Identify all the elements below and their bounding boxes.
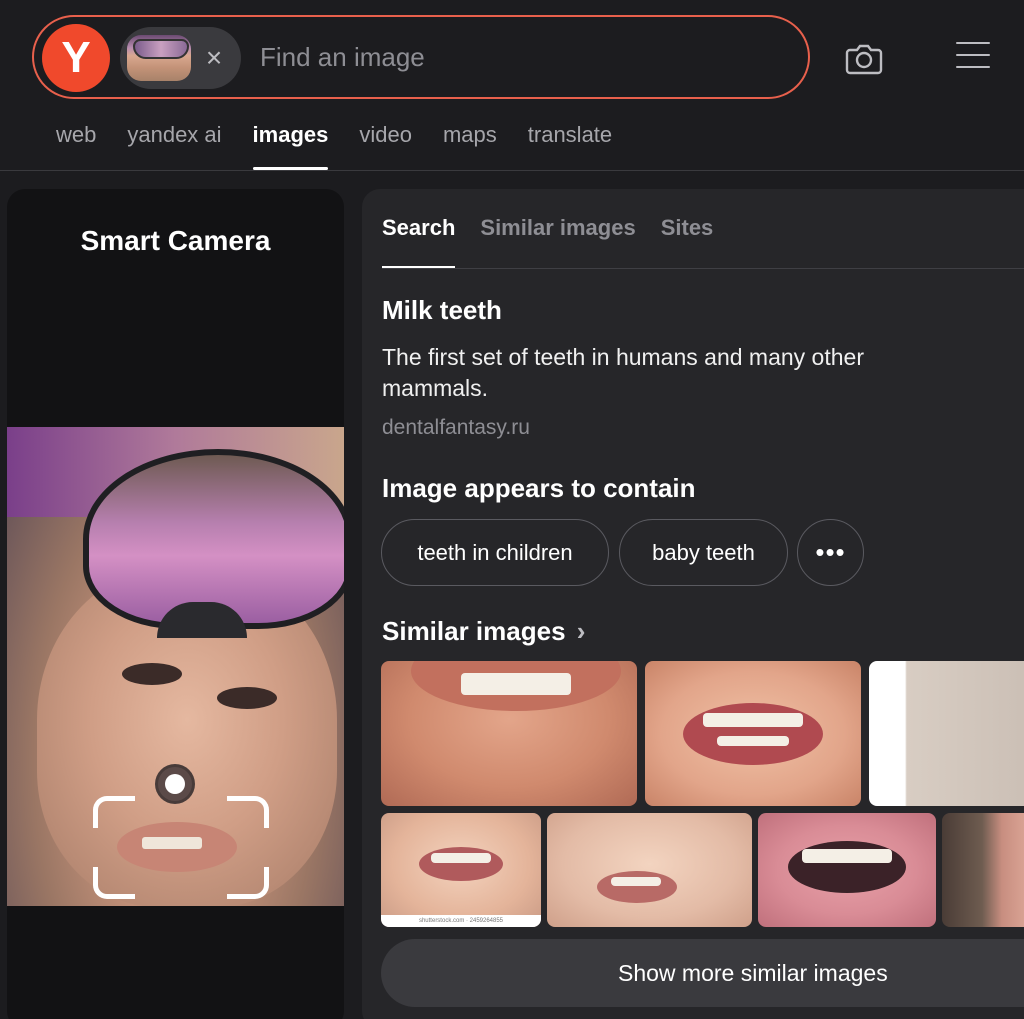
search-bar: Y × [32, 15, 810, 99]
entity-description: The first set of teeth in humans and man… [382, 344, 864, 401]
image-mouth [597, 871, 677, 903]
tag-teeth-in-children[interactable]: teeth in children [381, 519, 609, 586]
similar-image-5[interactable] [547, 813, 752, 927]
nav-web[interactable]: web [56, 122, 96, 170]
crop-selection-frame[interactable] [93, 796, 269, 899]
nav-video[interactable]: video [359, 122, 412, 170]
similar-image-3[interactable] [869, 661, 1024, 806]
crop-corner-top-right[interactable] [227, 796, 269, 828]
tab-similar-images[interactable]: Similar images [480, 215, 635, 269]
image-teeth [431, 853, 491, 863]
entity-source-link[interactable]: dentalfantasy.ru [382, 416, 530, 440]
smart-camera-panel: Smart Camera [7, 189, 344, 1019]
yandex-logo[interactable]: Y [42, 24, 110, 92]
nav-divider [0, 170, 1024, 171]
crop-corner-bottom-right[interactable] [227, 867, 269, 899]
remove-image-close-icon[interactable]: × [201, 43, 227, 73]
contains-heading: Image appears to contain [382, 473, 696, 503]
similar-image-6[interactable] [758, 813, 936, 927]
entity-title: Milk teeth [382, 295, 502, 325]
similar-image-2[interactable] [645, 661, 861, 806]
tag-baby-teeth[interactable]: baby teeth [619, 519, 788, 586]
search-input[interactable] [260, 37, 780, 77]
nav-maps[interactable]: maps [443, 122, 497, 170]
query-image-thumbnail[interactable] [127, 35, 191, 81]
similar-image-7[interactable] [942, 813, 1024, 927]
show-more-similar-button[interactable]: Show more similar images [381, 939, 1024, 1007]
image-teeth [802, 849, 892, 863]
similar-images-heading[interactable]: Similar images › [382, 616, 585, 647]
image-teeth [703, 713, 803, 727]
more-tags-button[interactable]: ••• [797, 519, 864, 586]
stock-watermark: shutterstock.com · 2459264855 [381, 915, 541, 927]
tabs-divider [382, 268, 1024, 269]
similar-images-label: Similar images [382, 616, 566, 646]
nav-yandex-ai[interactable]: yandex ai [127, 122, 221, 170]
service-nav: web yandex ai images video maps translat… [56, 122, 643, 170]
camera-icon[interactable] [844, 38, 884, 78]
tab-search[interactable]: Search [382, 215, 456, 269]
photo-eye-right [217, 687, 277, 709]
image-teeth [461, 673, 571, 695]
image-teeth [611, 877, 661, 886]
crop-corner-top-left[interactable] [93, 796, 135, 828]
camera-icon-svg [845, 44, 883, 75]
image-teeth-lower [717, 736, 789, 746]
menu-line [956, 42, 990, 44]
query-image-chip[interactable]: × [120, 27, 241, 89]
nav-translate[interactable]: translate [528, 122, 612, 170]
results-panel: Search Similar images Sites Milk teeth T… [362, 189, 1024, 1019]
tab-sites[interactable]: Sites [661, 215, 714, 269]
menu-line [956, 66, 990, 68]
photo-eye-left [122, 663, 182, 685]
crop-corner-bottom-left[interactable] [93, 867, 135, 899]
results-tabs: Search Similar images Sites [382, 215, 738, 269]
hamburger-menu-icon[interactable] [956, 42, 990, 72]
smart-camera-title: Smart Camera [80, 225, 271, 256]
chevron-right-icon: › [576, 616, 586, 646]
nav-images[interactable]: images [252, 122, 328, 170]
similar-image-1[interactable] [381, 661, 637, 806]
menu-line [956, 54, 990, 56]
query-photo[interactable] [7, 427, 344, 906]
similar-image-4[interactable]: shutterstock.com · 2459264855 [381, 813, 541, 927]
